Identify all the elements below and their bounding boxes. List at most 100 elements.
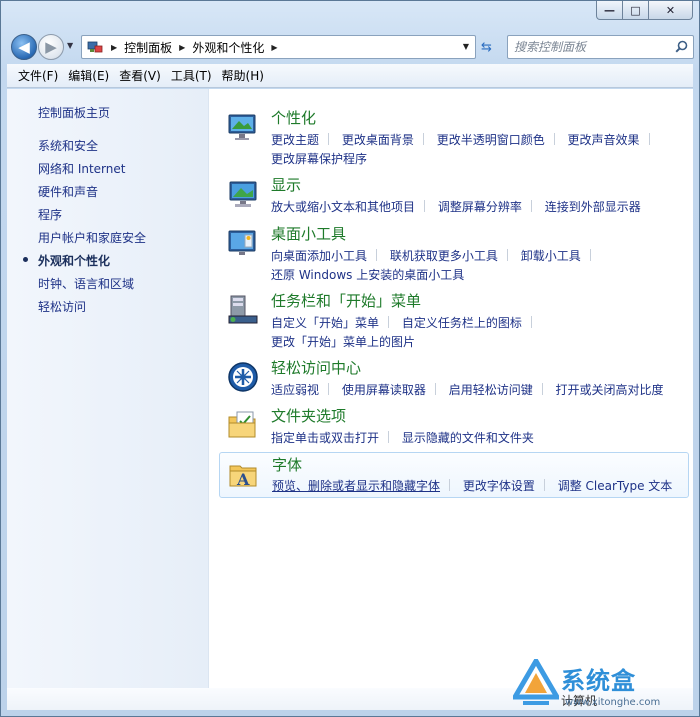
task-link[interactable]: 打开或关闭高对比度 [556, 383, 664, 397]
task-link[interactable]: 启用轻松访问键 [449, 383, 533, 397]
watermark-logo-icon [513, 659, 559, 705]
menu-help[interactable]: 帮助(H) [217, 67, 269, 84]
sidebar-item-label: 网络和 Internet [38, 162, 126, 176]
chevron-right-icon[interactable]: ▶ [179, 43, 185, 52]
task-link[interactable]: 更改主题 [271, 133, 319, 147]
task-link[interactable]: 更改半透明窗口颜色 [437, 133, 545, 147]
breadcrumb-control-panel[interactable]: 控制面板 [124, 39, 172, 56]
menu-bar: 文件(F) 编辑(E) 查看(V) 工具(T) 帮助(H) [7, 64, 693, 88]
close-button[interactable]: ✕ [649, 1, 693, 20]
menu-view[interactable]: 查看(V) [114, 67, 166, 84]
separator [376, 249, 378, 261]
chevron-right-icon: ▶ [111, 42, 118, 52]
taskbar-icon[interactable] [227, 294, 259, 326]
separator [553, 133, 555, 145]
sidebar-item-programs[interactable]: 程序 [38, 206, 146, 229]
sidebar-item-system-security[interactable]: 系统和安全 [38, 137, 146, 160]
category-title[interactable]: 个性化 [271, 107, 316, 128]
task-link[interactable]: 更改屏幕保护程序 [271, 152, 367, 166]
active-bullet-icon [23, 257, 28, 262]
task-link[interactable]: 使用屏幕读取器 [342, 383, 426, 397]
category-title[interactable]: 显示 [271, 174, 301, 195]
separator [449, 479, 451, 491]
link-row: 更改屏幕保护程序 [271, 150, 691, 169]
task-link[interactable]: 调整屏幕分辨率 [438, 200, 522, 214]
folder-options-icon[interactable] [227, 409, 259, 441]
sidebar-item-label: 轻松访问 [38, 300, 87, 314]
address-bar[interactable]: ▶ 控制面板 ▶ 外观和个性化 ▶ ▼ [81, 35, 476, 59]
sidebar-item-clock-region[interactable]: 时钟、语言和区域 [38, 275, 146, 298]
task-link[interactable]: 自定义「开始」菜单 [271, 316, 379, 330]
category-title[interactable]: 字体 [272, 454, 302, 475]
task-link[interactable]: 自定义任务栏上的图标 [402, 316, 522, 330]
task-link[interactable]: 联机获取更多小工具 [390, 249, 498, 263]
task-link[interactable]: 适应弱视 [271, 383, 319, 397]
sidebar: 控制面板主页 系统和安全 网络和 Internet 硬件和声音 程序 用户帐户和… [7, 89, 209, 710]
task-link[interactable]: 预览、删除或者显示和隐藏字体 [272, 479, 440, 493]
separator [530, 316, 532, 328]
task-link[interactable]: 调整 ClearType 文本 [558, 479, 673, 493]
sidebar-item-hardware-sound[interactable]: 硬件和声音 [38, 183, 146, 206]
task-link[interactable]: 向桌面添加小工具 [271, 249, 367, 263]
category-title[interactable]: 轻松访问中心 [271, 357, 361, 378]
personalization-icon[interactable] [227, 111, 259, 143]
separator [530, 200, 532, 212]
category-folder-options: 文件夹选项 指定单击或双击打开 显示隐藏的文件和文件夹 [221, 405, 689, 445]
category-title[interactable]: 文件夹选项 [271, 405, 346, 426]
sidebar-item-user-accounts[interactable]: 用户帐户和家庭安全 [38, 229, 146, 252]
sidebar-item-appearance[interactable]: 外观和个性化 [23, 252, 146, 275]
task-link[interactable]: 显示隐藏的文件和文件夹 [402, 431, 534, 445]
sidebar-item-label: 时钟、语言和区域 [38, 277, 135, 291]
address-dropdown-icon[interactable]: ▼ [463, 42, 469, 51]
arrow-left-icon: ◀ [18, 38, 30, 56]
sidebar-item-ease-of-access[interactable]: 轻松访问 [38, 298, 146, 321]
category-title[interactable]: 桌面小工具 [271, 223, 346, 244]
recent-pages-dropdown[interactable]: ▼ [67, 41, 73, 50]
separator [388, 431, 390, 443]
task-link[interactable]: 放大或缩小文本和其他项目 [271, 200, 415, 214]
task-link[interactable]: 还原 Windows 上安装的桌面小工具 [271, 268, 464, 282]
menu-tools[interactable]: 工具(T) [166, 67, 217, 84]
display-icon[interactable] [227, 178, 259, 210]
link-row: 适应弱视 使用屏幕读取器 启用轻松访问键 打开或关闭高对比度 [271, 381, 691, 400]
link-row: 向桌面添加小工具 联机获取更多小工具 卸载小工具 [271, 247, 691, 266]
refresh-icon[interactable]: ⇆ [481, 40, 492, 55]
search-icon[interactable] [675, 40, 688, 56]
menu-file[interactable]: 文件(F) [13, 67, 63, 84]
minimize-button[interactable]: — [596, 1, 623, 20]
task-link[interactable]: 更改「开始」菜单上的图片 [271, 335, 415, 349]
chevron-right-icon[interactable]: ▶ [271, 43, 277, 52]
category-title[interactable]: 任务栏和「开始」菜单 [271, 290, 421, 311]
maximize-button[interactable]: □ [623, 1, 649, 20]
content-area: 控制面板主页 系统和安全 网络和 Internet 硬件和声音 程序 用户帐户和… [7, 89, 693, 710]
gadgets-icon[interactable] [227, 227, 259, 259]
separator [543, 479, 545, 491]
sidebar-home-link[interactable]: 控制面板主页 [38, 104, 110, 121]
task-link[interactable]: 更改声音效果 [568, 133, 640, 147]
separator [648, 133, 650, 145]
task-link[interactable]: 更改桌面背景 [342, 133, 414, 147]
fonts-icon[interactable]: A [228, 458, 260, 490]
separator [328, 133, 330, 145]
category-list: 个性化 更改主题 更改桌面背景 更改半透明窗口颜色 更改声音效果 更改屏幕保护程… [219, 89, 693, 710]
task-link[interactable]: 连接到外部显示器 [545, 200, 641, 214]
link-row: 还原 Windows 上安装的桌面小工具 [271, 266, 691, 285]
breadcrumb-appearance[interactable]: 外观和个性化 [192, 39, 264, 56]
task-link[interactable]: 指定单击或双击打开 [271, 431, 379, 445]
forward-button[interactable]: ▶ [38, 34, 64, 60]
link-row: 放大或缩小文本和其他项目 调整屏幕分辨率 连接到外部显示器 [271, 198, 691, 217]
watermark-url: www.xitonghe.com [565, 697, 661, 708]
task-link[interactable]: 更改字体设置 [463, 479, 535, 493]
watermark-logo: 系统盒 www.xitonghe.com [509, 653, 699, 715]
back-button[interactable]: ◀ [11, 34, 37, 60]
task-link[interactable]: 卸载小工具 [521, 249, 581, 263]
ease-of-access-icon[interactable] [227, 361, 259, 393]
separator [422, 133, 424, 145]
sidebar-item-network[interactable]: 网络和 Internet [38, 160, 146, 183]
caption-buttons: — □ ✕ [596, 1, 693, 20]
menu-edit[interactable]: 编辑(E) [63, 67, 114, 84]
separator [506, 249, 508, 261]
search-input[interactable] [514, 40, 674, 54]
separator [388, 316, 390, 328]
separator [328, 383, 330, 395]
